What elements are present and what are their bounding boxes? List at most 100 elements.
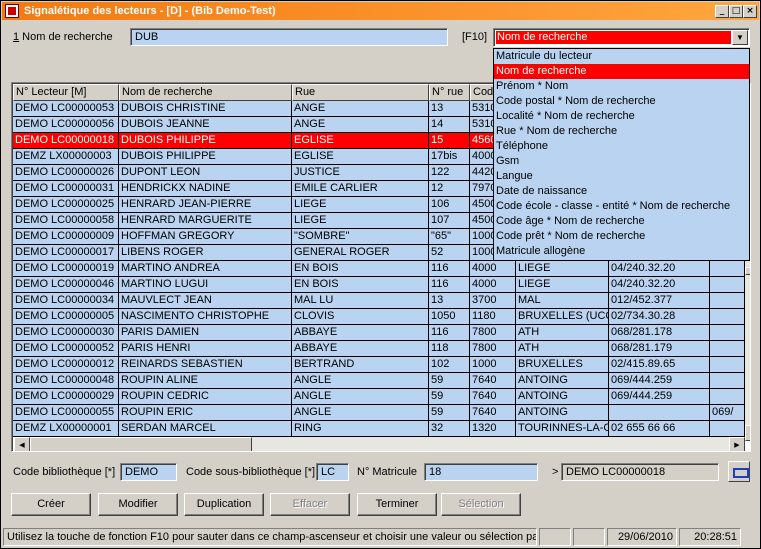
header-search-name[interactable]: Nom de recherche	[119, 84, 292, 101]
dropdown-option[interactable]: Code école - classe - entité * Nom de re…	[494, 199, 749, 214]
table-cell: "65"	[429, 229, 470, 245]
table-cell: DEMO LC00000018	[13, 133, 119, 149]
table-cell: DEMO LC00000031	[13, 181, 119, 197]
vertical-scroll-thumb[interactable]	[745, 267, 750, 275]
table-cell: DUBOIS JEANNE	[119, 117, 292, 133]
duplicate-button[interactable]: Duplication	[184, 493, 264, 516]
table-cell: LIEGE	[292, 197, 429, 213]
table-cell: ABBAYE	[292, 325, 429, 341]
table-cell: 7640	[470, 389, 516, 405]
status-panel-empty-1	[539, 528, 571, 546]
search-input[interactable]: DUB	[130, 28, 448, 46]
table-cell: 118	[429, 341, 470, 357]
table-cell: MARTINO LUGUI	[119, 277, 292, 293]
table-cell: LIBENS ROGER	[119, 245, 292, 261]
code-sous-bib-field[interactable]: LC	[316, 463, 349, 481]
table-cell: ATH	[516, 325, 609, 341]
header-reader-number[interactable]: N° Lecteur [M]	[13, 84, 119, 101]
table-cell: 13	[429, 101, 470, 117]
title-bar[interactable]: Signalétique des lecteurs - [D] - (Bib D…	[2, 2, 759, 20]
table-cell: 116	[429, 261, 470, 277]
table-cell: 122	[429, 165, 470, 181]
table-cell: 107	[429, 213, 470, 229]
table-cell: DEMO LC00000005	[13, 309, 119, 325]
table-cell: ANGLE	[292, 373, 429, 389]
table-cell: 4000	[470, 261, 516, 277]
header-street[interactable]: Rue	[292, 84, 429, 101]
result-arrow: >	[552, 466, 559, 478]
maximize-button[interactable]: □	[729, 5, 743, 18]
table-cell: 52	[429, 245, 470, 261]
dropdown-option[interactable]: Matricule du lecteur	[494, 49, 749, 64]
dropdown-option[interactable]: Code prêt * Nom de recherche	[494, 229, 749, 244]
close-button[interactable]: ×	[743, 5, 757, 18]
table-cell: 59	[429, 405, 470, 421]
table-cell: MAL LU	[292, 293, 429, 309]
table-cell: MAUVLECT JEAN	[119, 293, 292, 309]
dropdown-option[interactable]: Langue	[494, 169, 749, 184]
modify-button[interactable]: Modifier	[98, 493, 178, 516]
table-cell: ROUPIN CEDRIC	[119, 389, 292, 405]
dropdown-option[interactable]: Téléphone	[494, 139, 749, 154]
table-cell: ANGE	[292, 117, 429, 133]
table-cell: 4000	[470, 277, 516, 293]
matricule-field[interactable]: 18	[424, 463, 538, 481]
table-cell: ANGLE	[292, 389, 429, 405]
chevron-down-icon[interactable]: ▼	[732, 30, 748, 45]
header-street-number[interactable]: N° rue	[429, 84, 470, 101]
table-cell: 012/452.377	[609, 293, 710, 309]
selection-button[interactable]: Sélection	[441, 493, 521, 516]
table-cell: 068/281.179	[609, 341, 710, 357]
table-cell: 068/281.178	[609, 325, 710, 341]
table-cell: DEMO LC00000025	[13, 197, 119, 213]
minimize-button[interactable]: _	[715, 5, 729, 18]
navigate-icon[interactable]	[728, 461, 750, 482]
table-cell: 3700	[470, 293, 516, 309]
table-cell: 7640	[470, 373, 516, 389]
table-cell: MARTINO ANDREA	[119, 261, 292, 277]
table-cell: DUPONT LEON	[119, 165, 292, 181]
dropdown-option[interactable]: Code postal * Nom de recherche	[494, 94, 749, 109]
table-cell: 04/240.32.20	[609, 277, 710, 293]
table-cell: 069/444.259	[609, 373, 710, 389]
code-bib-field[interactable]: DEMO	[120, 463, 177, 481]
dropdown-option[interactable]: Gsm	[494, 154, 749, 169]
horizontal-scrollbar[interactable]: ◀ ▶	[14, 437, 745, 451]
table-cell: DEMO LC00000034	[13, 293, 119, 309]
table-cell: LIEGE	[516, 277, 609, 293]
create-button[interactable]: Créer	[11, 493, 91, 516]
table-cell	[710, 341, 745, 357]
code-sous-bib-label: Code sous-bibliothèque [*]	[186, 466, 316, 478]
dropdown-option[interactable]: Nom de recherche	[494, 64, 749, 79]
table-cell: 02/415.89.65	[609, 357, 710, 373]
dropdown-option[interactable]: Code âge * Nom de recherche	[494, 214, 749, 229]
finish-button[interactable]: Terminer	[357, 493, 437, 516]
delete-button[interactable]: Effacer	[270, 493, 350, 516]
table-cell: EGLISE	[292, 149, 429, 165]
table-cell: BRUXELLES	[516, 357, 609, 373]
scroll-right-icon[interactable]: ▶	[729, 437, 745, 451]
table-cell: DEMO LC00000053	[13, 101, 119, 117]
dropdown-option[interactable]: Prénom * Nom	[494, 79, 749, 94]
table-cell: JUSTICE	[292, 165, 429, 181]
table-cell: DEMO LC00000019	[13, 261, 119, 277]
table-cell: DEMO LC00000056	[13, 117, 119, 133]
scroll-left-icon[interactable]: ◀	[14, 437, 30, 451]
app-icon	[5, 4, 19, 18]
table-cell: EMILE CARLIER	[292, 181, 429, 197]
table-cell: DUBOIS CHRISTINE	[119, 101, 292, 117]
table-cell: ANGLE	[292, 405, 429, 421]
table-cell: BERTRAND	[292, 357, 429, 373]
table-cell: PARIS HENRI	[119, 341, 292, 357]
dropdown-option[interactable]: Matricule allogène	[494, 244, 749, 259]
table-cell: EN BOIS	[292, 261, 429, 277]
dropdown-option[interactable]: Rue * Nom de recherche	[494, 124, 749, 139]
result-field: DEMO LC00000018	[561, 463, 719, 481]
dropdown-option[interactable]: Localité * Nom de recherche	[494, 109, 749, 124]
dropdown-option[interactable]: Date de naissance	[494, 184, 749, 199]
table-cell: 1180	[470, 309, 516, 325]
horizontal-scroll-thumb[interactable]	[30, 437, 252, 451]
scroll-down-icon[interactable]: ▼	[745, 425, 750, 441]
criteria-dropdown-list: Matricule du lecteur Nom de recherche Prén…	[493, 48, 750, 261]
search-criteria-combo[interactable]: Nom de recherche ▼	[493, 28, 750, 47]
